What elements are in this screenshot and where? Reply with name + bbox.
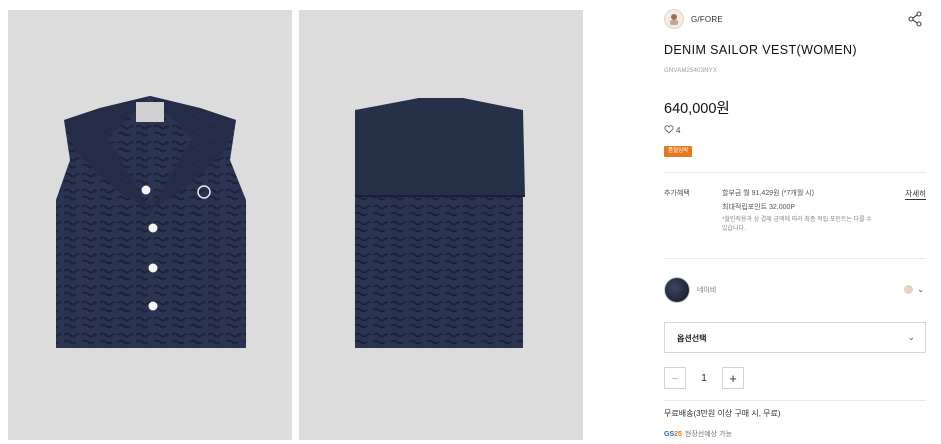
like-button[interactable]: 4 bbox=[664, 125, 680, 136]
color-selector: 네이비 ⌄ bbox=[664, 277, 926, 303]
like-count: 4 bbox=[676, 126, 681, 135]
product-title: DENIM SAILOR VEST(WOMEN) bbox=[664, 43, 857, 57]
alt-color-dot bbox=[904, 285, 914, 294]
brand-logo-icon bbox=[670, 14, 678, 25]
status-badge: 품절임박 bbox=[664, 146, 693, 157]
quantity-increase-button[interactable]: + bbox=[722, 367, 744, 389]
option-select[interactable]: 옵션선택 ⌄ bbox=[664, 322, 926, 353]
product-price: 640,000원 bbox=[664, 101, 730, 117]
brand-name[interactable]: G/FORE bbox=[691, 15, 723, 24]
benefit-detail-link[interactable]: 자세히 bbox=[905, 188, 926, 200]
divider bbox=[664, 258, 926, 259]
divider bbox=[664, 400, 926, 401]
chevron-down-icon: ⌄ bbox=[907, 332, 915, 342]
benefit-label: 추가혜택 bbox=[664, 190, 690, 197]
color-dropdown-toggle[interactable]: ⌄ bbox=[904, 285, 924, 294]
option-select-label: 옵션선택 bbox=[677, 334, 707, 343]
chevron-down-icon: ⌄ bbox=[917, 285, 924, 294]
product-info-panel: G/FORE DENIM SAILOR VEST(WOMEN) GNVAM254… bbox=[664, 0, 926, 444]
points-info: 최대적립포인트 32,000P bbox=[722, 204, 796, 211]
shipping-info: 무료배송(3만원 이상 구매 시, 무료) bbox=[664, 409, 781, 418]
pickup-info: GS25 현장선예상 가능 bbox=[664, 429, 732, 439]
pickup-text: 현장선예상 가능 bbox=[684, 431, 732, 438]
color-swatch-navy[interactable] bbox=[664, 277, 690, 303]
product-code: GNVAM25403NYX bbox=[664, 68, 718, 74]
product-image-front[interactable] bbox=[8, 10, 292, 440]
vest-front-illustration bbox=[56, 96, 246, 348]
divider bbox=[664, 172, 926, 173]
brand-avatar[interactable] bbox=[664, 9, 684, 29]
share-icon[interactable] bbox=[906, 10, 924, 28]
brand-row: G/FORE bbox=[664, 8, 926, 30]
heart-icon bbox=[664, 125, 674, 136]
product-gallery bbox=[0, 0, 600, 444]
quantity-value: 1 bbox=[701, 372, 707, 384]
gs25-logo: GS25 bbox=[664, 430, 682, 438]
product-image-back[interactable] bbox=[299, 10, 583, 440]
quantity-stepper: − 1 + bbox=[664, 367, 744, 389]
vest-back-illustration bbox=[355, 98, 525, 348]
color-label: 네이비 bbox=[697, 287, 717, 294]
installment-info: 할부금 월 91,429원 (*7개월 시) bbox=[722, 190, 814, 197]
quantity-decrease-button[interactable]: − bbox=[664, 367, 686, 389]
benefit-note: *할인적용과 상 결제 금액에 따라 최종 적립 포인트는 다를 수 있습니다. bbox=[722, 217, 872, 232]
